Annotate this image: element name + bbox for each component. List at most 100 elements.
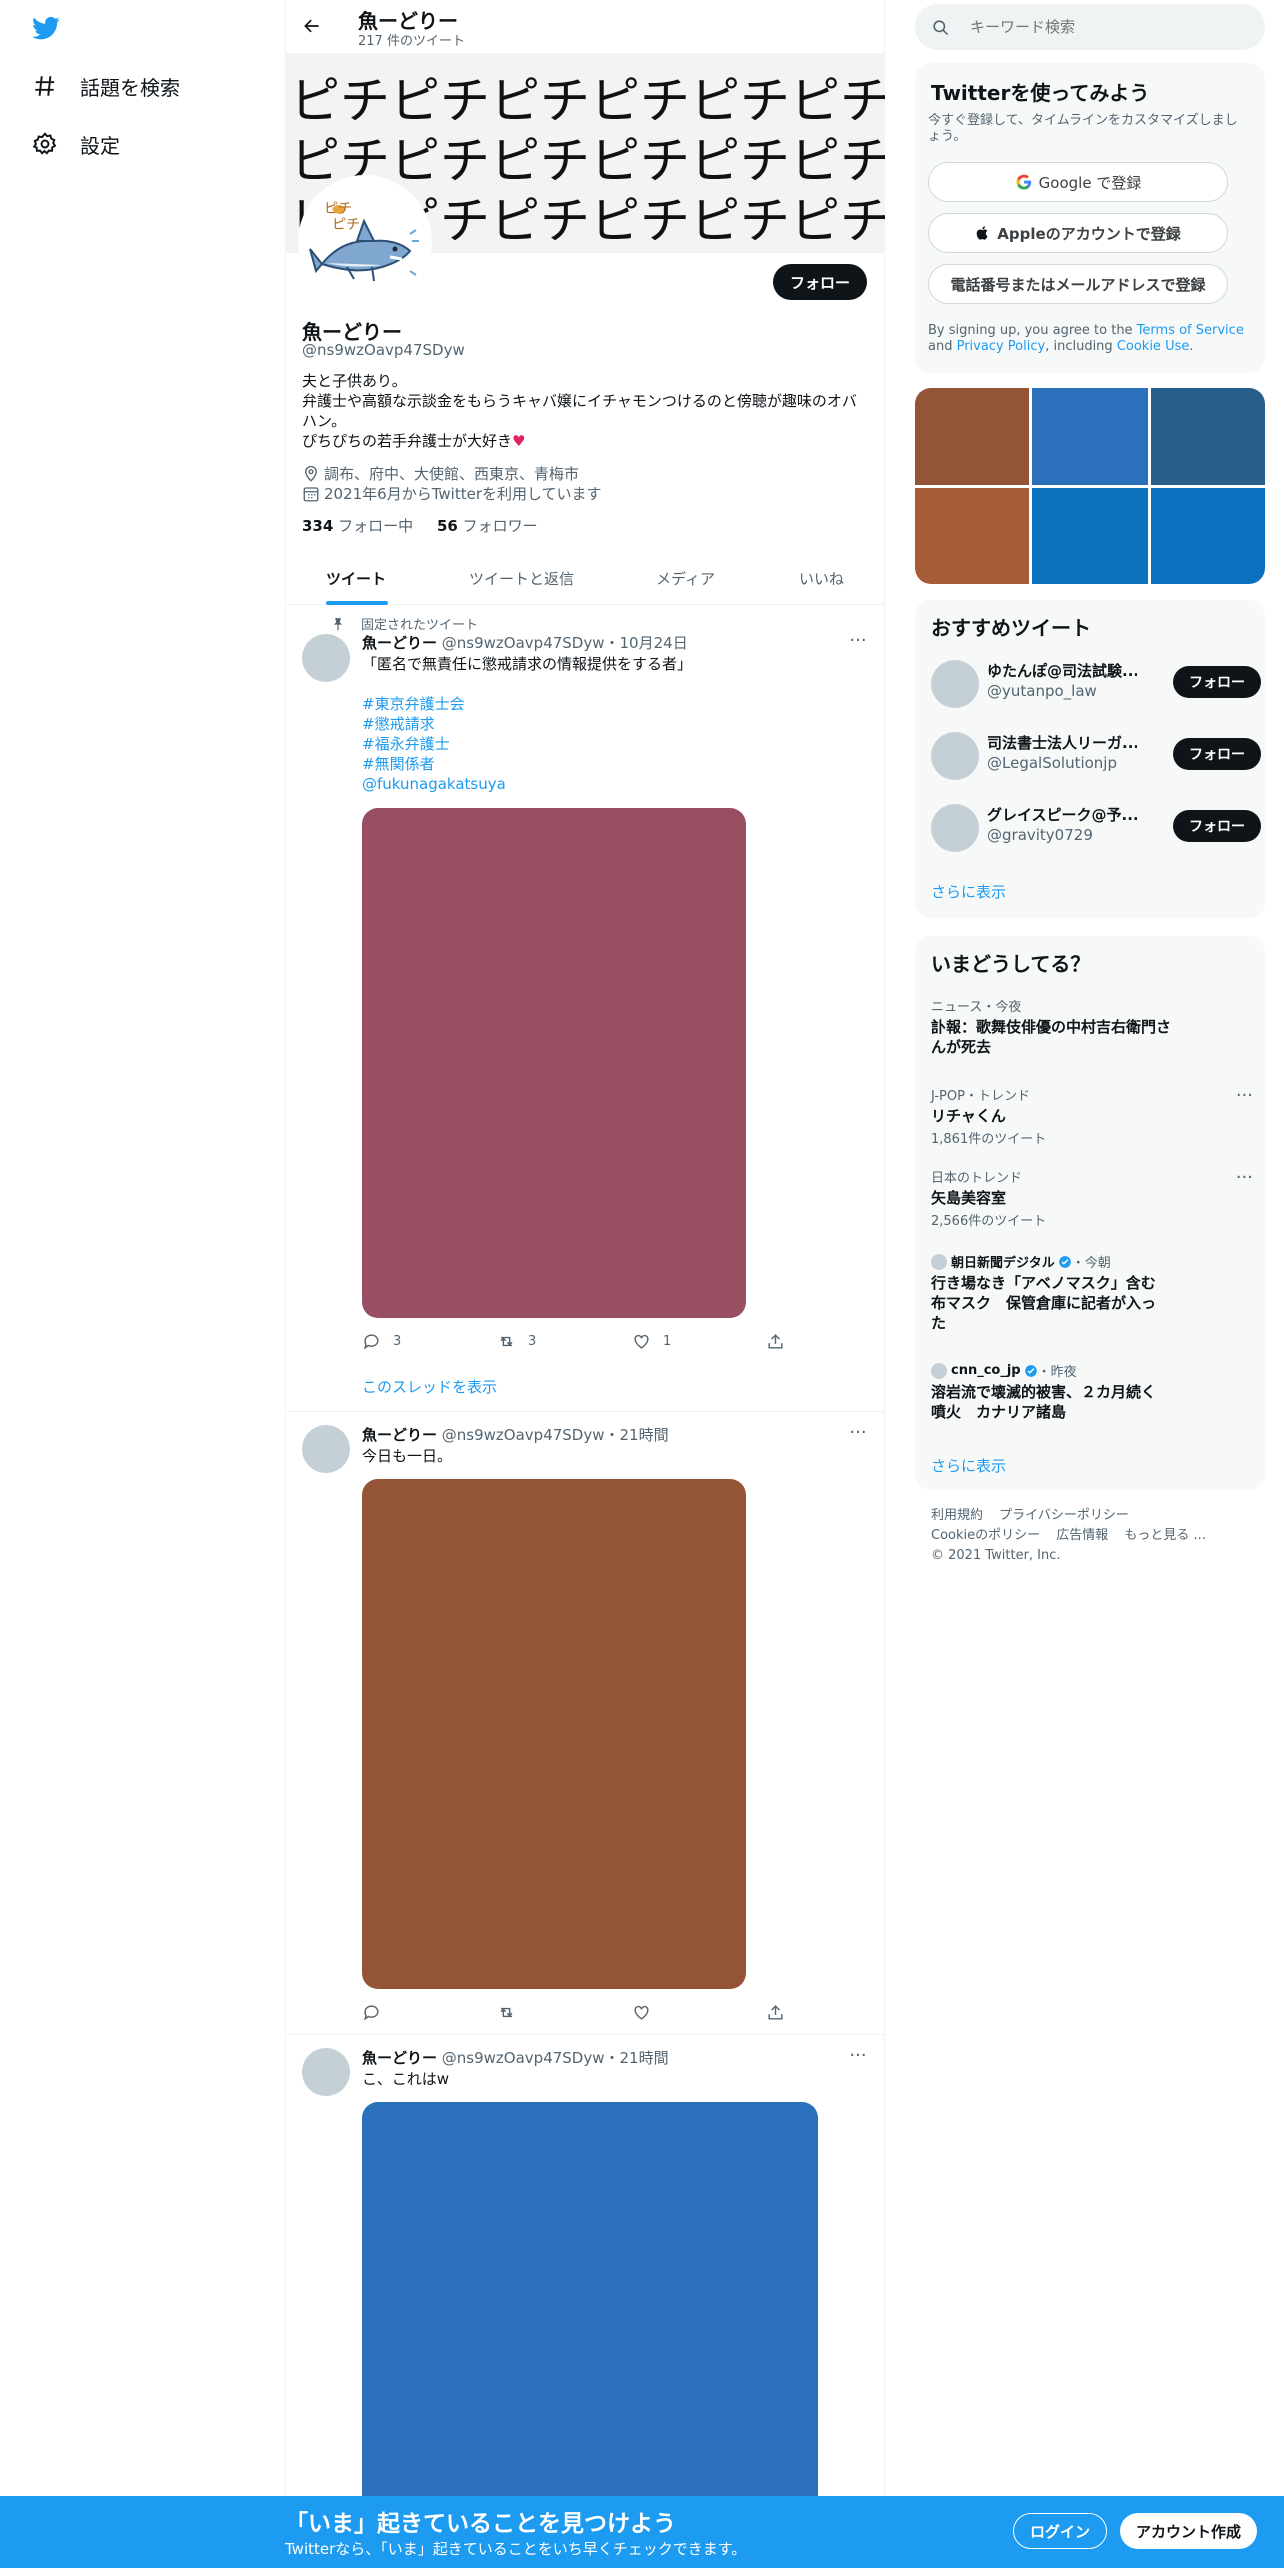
like-button[interactable] xyxy=(632,2003,663,2022)
nav-explore[interactable]: 話題を検索 xyxy=(32,66,180,106)
more-options-icon[interactable]: ··· xyxy=(847,632,869,656)
trend-item[interactable]: 日本のトレンド 矢島美容室 2,566件のツイート ··· xyxy=(931,1167,1253,1229)
tweet-author-handle[interactable]: @ns9wzOavp47SDyw xyxy=(442,1426,605,1444)
nav-settings[interactable]: 設定 xyxy=(32,124,120,164)
tweet-avatar[interactable] xyxy=(302,2048,350,2096)
pinned-label: 固定されたツイート xyxy=(331,614,478,633)
tweet[interactable]: 魚ーどりー @ns9wzOavp47SDyw・21時間 ··· 今日も一日。 xyxy=(286,1413,885,2035)
privacy-link[interactable]: Privacy Policy xyxy=(957,339,1046,354)
share-icon xyxy=(768,1334,783,1349)
share-button[interactable] xyxy=(766,1332,797,1351)
arrow-left-icon xyxy=(304,19,319,33)
tweet-author-name[interactable]: 魚ーどりー xyxy=(362,2049,437,2067)
hashtag-link[interactable]: #懲戒請求 xyxy=(362,714,692,734)
media-thumb[interactable] xyxy=(1151,488,1265,584)
footer-link[interactable]: 利用規約 xyxy=(931,1508,983,1523)
tab-media[interactable]: メディア xyxy=(656,552,715,605)
follow-button[interactable]: フォロー xyxy=(1173,666,1261,698)
tweet-media[interactable] xyxy=(362,1479,746,1989)
tab-tweets[interactable]: ツイート xyxy=(326,552,386,605)
trend-item[interactable]: J-POP・トレンド リチャくん 1,861件のツイート ··· xyxy=(931,1085,1253,1147)
trend-item[interactable]: cnn_co_jp ・昨夜 溶岩流で壊滅的被害、２カ月続く噴火 カナリア諸島 xyxy=(931,1361,1251,1422)
signup-button[interactable]: アカウント作成 xyxy=(1120,2513,1258,2549)
apple-signup-button[interactable]: Appleのアカウントで登録 xyxy=(928,213,1228,253)
bio-line: ぴちぴちの若手弁護士が大好き♥ xyxy=(302,432,526,450)
reply-button[interactable]: 3 xyxy=(362,1332,401,1351)
trend-item[interactable]: 朝日新聞デジタル ・今朝 行き場なき「アベノマスク」含む布マスク 保管倉庫に記者… xyxy=(931,1252,1251,1333)
retweet-button[interactable] xyxy=(497,2003,528,2022)
profile-avatar[interactable]: ピチ ピチ xyxy=(298,175,432,309)
more-options-icon[interactable]: ··· xyxy=(847,1424,869,1448)
tweet-time[interactable]: ・21時間 xyxy=(605,1426,669,1444)
hashtag-link[interactable]: #無関係者 xyxy=(362,754,692,774)
hashtag-link[interactable]: #東京弁護士会 xyxy=(362,694,692,714)
avatar[interactable] xyxy=(931,732,979,780)
recommended-account[interactable]: ゆたんぽ@司法試験... @yutanpo_law フォロー xyxy=(931,655,1261,715)
tweet-avatar[interactable] xyxy=(302,634,350,682)
tab-likes[interactable]: いいね xyxy=(799,552,844,605)
follow-button[interactable]: フォロー xyxy=(1173,810,1261,842)
tweet-author-handle[interactable]: @ns9wzOavp47SDyw xyxy=(442,2049,605,2067)
profile-location: 調布、府中、大使館、西東京、青梅市 xyxy=(302,463,579,484)
media-thumb[interactable] xyxy=(1032,488,1148,584)
avatar[interactable] xyxy=(931,660,979,708)
terms-link[interactable]: Terms of Service xyxy=(1137,323,1244,338)
tweet-author-handle[interactable]: @ns9wzOavp47SDyw xyxy=(442,634,605,652)
footer-link[interactable]: Cookieのポリシー xyxy=(931,1528,1040,1543)
login-button[interactable]: ログイン xyxy=(1013,2513,1108,2549)
media-thumb[interactable] xyxy=(915,488,1029,584)
follow-counts: 334 フォロー中 56 フォロワー xyxy=(302,515,538,536)
back-button[interactable] xyxy=(296,10,328,42)
footer-link[interactable]: 広告情報 xyxy=(1056,1528,1108,1543)
recommended-account[interactable]: 司法書士法人リーガ... @LegalSolutionjp フォロー xyxy=(931,727,1261,787)
hashtag-link[interactable]: #福永弁護士 xyxy=(362,734,692,754)
bio-line: 夫と子供あり。 xyxy=(302,372,407,390)
media-thumb[interactable] xyxy=(1151,388,1265,485)
nav-settings-label: 設定 xyxy=(80,133,120,158)
tweet-time[interactable]: ・21時間 xyxy=(605,2049,669,2067)
tweet-header: 魚ーどりー @ns9wzOavp47SDyw・21時間 xyxy=(362,2047,669,2068)
media-thumb[interactable] xyxy=(915,388,1029,485)
following-link[interactable]: 334 フォロー中 xyxy=(302,517,413,535)
phone-email-signup-button[interactable]: 電話番号またはメールアドレスで登録 xyxy=(928,264,1228,304)
footer-link[interactable]: プライバシーポリシー xyxy=(999,1508,1129,1523)
search-input[interactable] xyxy=(970,18,1250,36)
follow-button[interactable]: フォロー xyxy=(1173,738,1261,770)
show-more-link[interactable]: さらに表示 xyxy=(931,881,1006,902)
tweet-author-name[interactable]: 魚ーどりー xyxy=(362,1426,437,1444)
twitter-logo-icon[interactable] xyxy=(30,14,62,42)
followers-link[interactable]: 56 フォロワー xyxy=(437,517,538,535)
reply-button[interactable] xyxy=(362,2003,393,2022)
tweet[interactable]: 魚ーどりー @ns9wzOavp47SDyw・21時間 ··· こ、これはw xyxy=(286,2036,885,2568)
media-thumb[interactable] xyxy=(1032,388,1148,485)
more-options-icon[interactable]: ··· xyxy=(1236,1085,1253,1106)
right-sidebar: Twitterを使ってみよう 今すぐ登録して、タイムラインをカスタマイズしましょ… xyxy=(915,0,1265,2568)
tweet[interactable]: 固定されたツイート 魚ーどりー @ns9wzOavp47SDyw・10月24日 … xyxy=(286,606,885,1412)
trend-item[interactable]: ニュース・今夜 訃報：歌舞伎俳優の中村吉右衛門さんが死去 xyxy=(931,996,1251,1057)
show-thread-link[interactable]: このスレッドを表示 xyxy=(362,1376,497,1397)
tweet-author-name[interactable]: 魚ーどりー xyxy=(362,634,437,652)
recommended-account[interactable]: グレイスピーク@予... @gravity0729 フォロー xyxy=(931,799,1261,859)
tab-tweets-replies[interactable]: ツイートと返信 xyxy=(469,552,574,605)
media-grid xyxy=(915,388,1265,584)
share-button[interactable] xyxy=(766,2003,797,2022)
retweet-button[interactable]: 3 xyxy=(497,1332,536,1351)
tweet-media[interactable] xyxy=(362,808,746,1318)
signup-terms: By signing up, you agree to the Terms of… xyxy=(928,323,1244,354)
footer-link[interactable]: もっと見る ... xyxy=(1124,1528,1206,1543)
follow-button[interactable]: フォロー xyxy=(772,264,867,300)
google-signup-button[interactable]: Google で登録 xyxy=(928,162,1228,202)
recommended-card: おすすめツイート ゆたんぽ@司法試験... @yutanpo_law フォロー … xyxy=(915,600,1265,918)
search-box[interactable] xyxy=(915,4,1265,50)
more-options-icon[interactable]: ··· xyxy=(1236,1167,1253,1188)
tweet-avatar[interactable] xyxy=(302,1425,350,1473)
show-more-link[interactable]: さらに表示 xyxy=(931,1455,1006,1476)
avatar[interactable] xyxy=(931,804,979,852)
cookie-link[interactable]: Cookie Use xyxy=(1117,339,1190,354)
profile-bio: 夫と子供あり。 弁護士や高額な示談金をもらうキャバ嬢にイチャモンつけるのと傍聴が… xyxy=(302,371,862,451)
account-name: グレイスピーク@予... xyxy=(987,806,1137,824)
like-button[interactable]: 1 xyxy=(632,1332,671,1351)
tweet-time[interactable]: ・10月24日 xyxy=(605,634,688,652)
mention-link[interactable]: @fukunagakatsuya xyxy=(362,774,692,794)
more-options-icon[interactable]: ··· xyxy=(847,2047,869,2071)
